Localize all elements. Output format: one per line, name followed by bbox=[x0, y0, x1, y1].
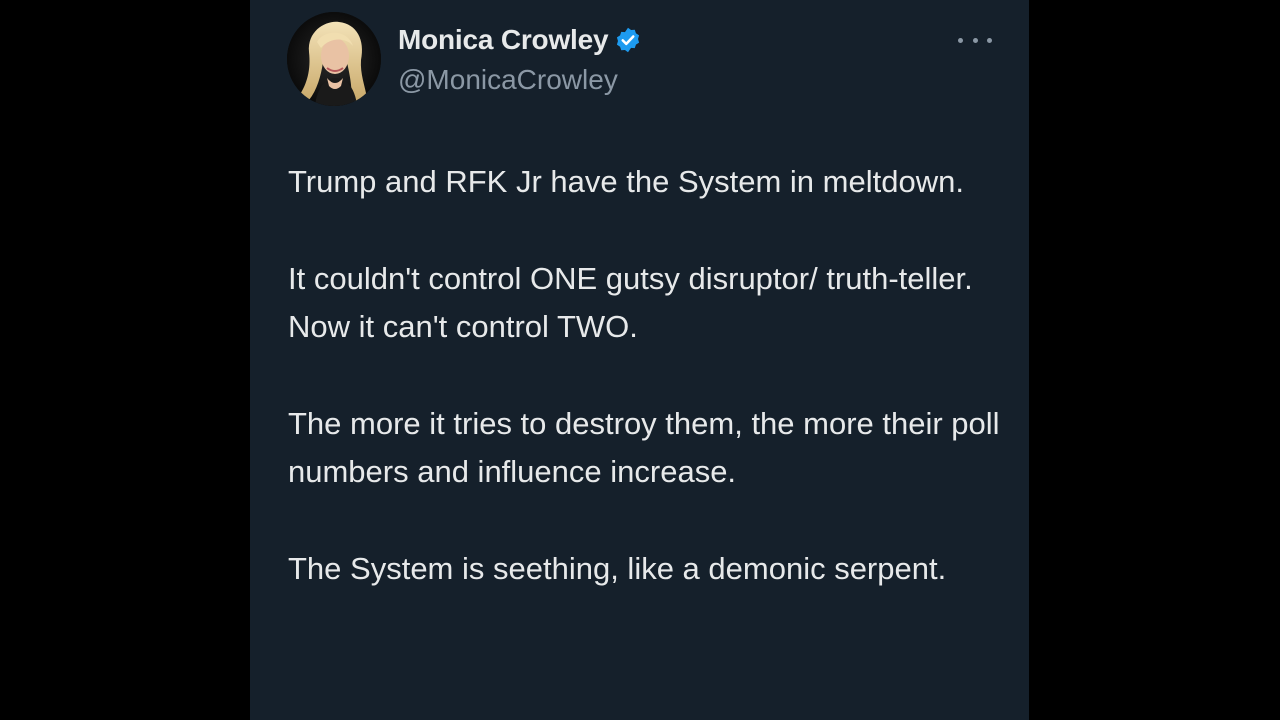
screen: Monica Crowley @MonicaCrowley Trump and … bbox=[0, 0, 1280, 720]
author-display-name[interactable]: Monica Crowley bbox=[398, 22, 609, 58]
tweet-paragraph: Trump and RFK Jr have the System in melt… bbox=[288, 164, 964, 199]
author-name-row: Monica Crowley bbox=[398, 22, 642, 58]
tweet-paragraph: It couldn't control ONE gutsy disruptor/… bbox=[288, 261, 973, 344]
more-dot bbox=[958, 37, 963, 43]
tweet-text: Trump and RFK Jr have the System in melt… bbox=[288, 158, 1008, 593]
more-dot bbox=[987, 37, 992, 43]
verified-badge-icon bbox=[614, 26, 642, 54]
avatar[interactable] bbox=[287, 12, 381, 106]
more-dot bbox=[972, 37, 978, 43]
more-options-icon[interactable] bbox=[958, 28, 992, 52]
tweet-paragraph: The more it tries to destroy them, the m… bbox=[288, 406, 1000, 489]
author-handle[interactable]: @MonicaCrowley bbox=[398, 62, 618, 98]
avatar-image bbox=[287, 12, 381, 106]
tweet-paragraph: The System is seething, like a demonic s… bbox=[288, 551, 947, 586]
